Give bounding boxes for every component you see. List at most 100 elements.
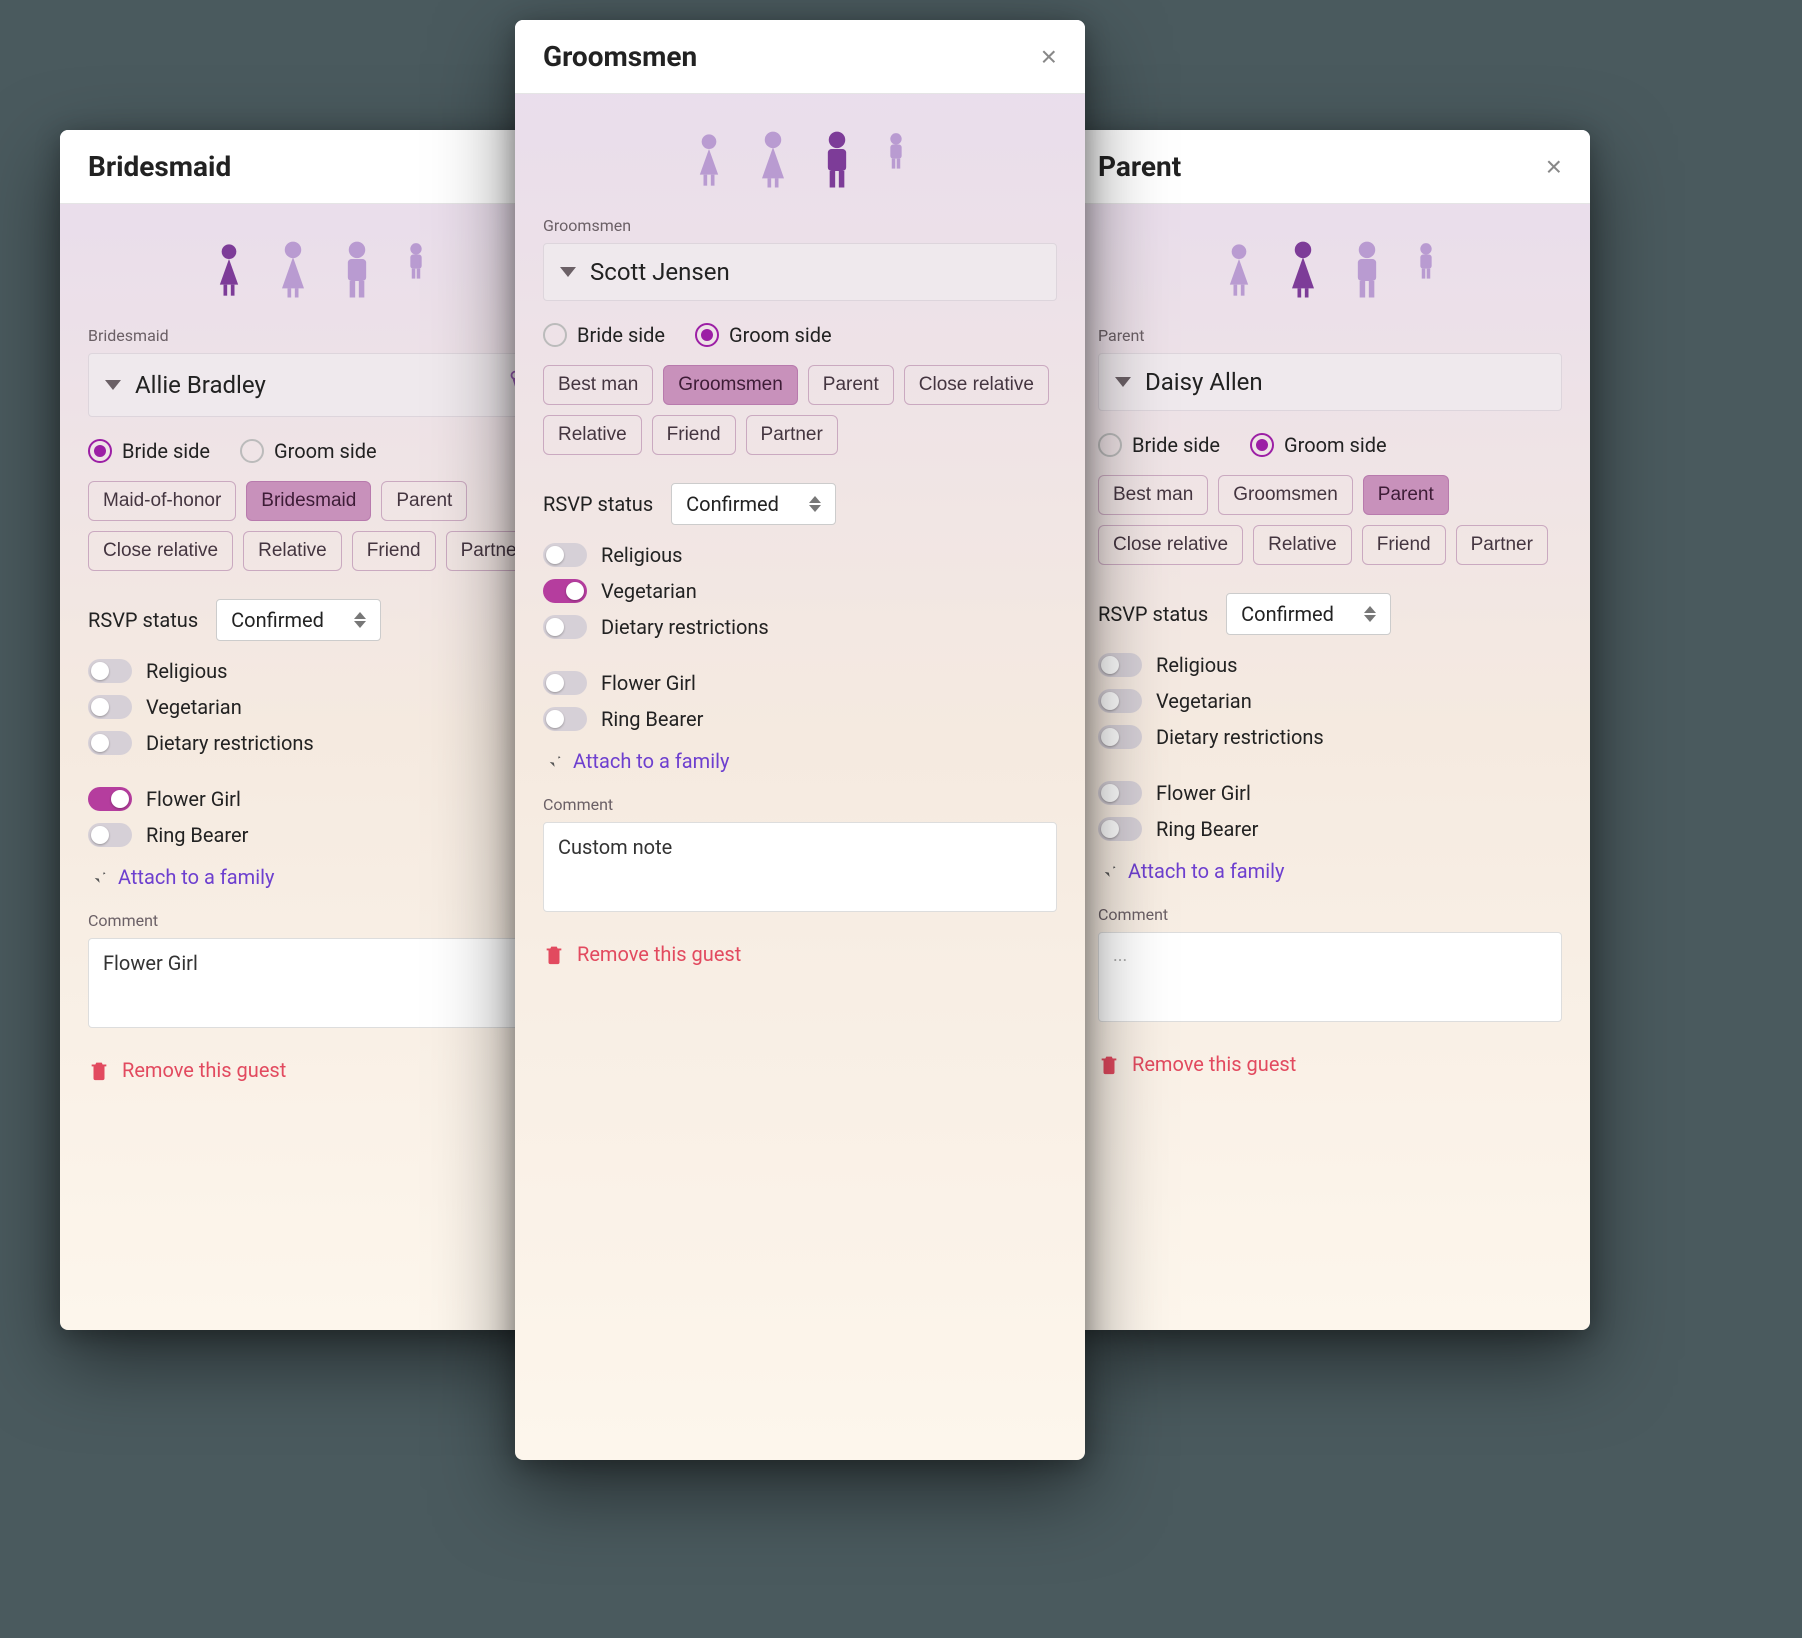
comment-label: Comment bbox=[1098, 905, 1562, 924]
toggle-flower-girl[interactable]: Flower Girl bbox=[1098, 781, 1562, 805]
toggle-religious[interactable]: Religious bbox=[1098, 653, 1562, 677]
guest-name: Daisy Allen bbox=[1145, 368, 1545, 396]
remove-guest-button[interactable]: Remove this guest bbox=[1098, 1046, 1562, 1082]
name-dropdown[interactable]: Allie Bradley bbox=[88, 353, 552, 417]
woman-icon[interactable] bbox=[271, 240, 315, 300]
rsvp-select[interactable]: Confirmed bbox=[216, 599, 381, 641]
pin-icon bbox=[543, 751, 563, 771]
guest-name: Scott Jensen bbox=[590, 258, 1040, 286]
boy-icon[interactable] bbox=[1409, 240, 1443, 286]
card-body: Parent Daisy Allen Bride side Groom side… bbox=[1070, 204, 1590, 1106]
toggle-flower-girl[interactable]: Flower Girl bbox=[543, 671, 1057, 695]
man-icon[interactable] bbox=[335, 240, 379, 300]
chip-best-man[interactable]: Best man bbox=[543, 365, 653, 405]
rsvp-label: RSVP status bbox=[1098, 602, 1208, 626]
chip-relative[interactable]: Relative bbox=[543, 415, 642, 455]
card-header: Groomsmen × bbox=[515, 20, 1085, 94]
chip-friend[interactable]: Friend bbox=[1362, 525, 1446, 565]
boy-icon[interactable] bbox=[879, 130, 913, 176]
radio-groom-side[interactable]: Groom side bbox=[240, 439, 377, 463]
woman-icon[interactable] bbox=[1281, 240, 1325, 300]
chevron-down-icon bbox=[1115, 377, 1131, 387]
pin-icon bbox=[88, 867, 108, 887]
girl-icon[interactable] bbox=[687, 130, 731, 190]
attach-family-link[interactable]: Attach to a family bbox=[1098, 859, 1562, 883]
chip-relative[interactable]: Relative bbox=[243, 531, 342, 571]
chip-groomsmen[interactable]: Groomsmen bbox=[663, 365, 798, 405]
radio-bride-side[interactable]: Bride side bbox=[543, 323, 665, 347]
sort-icon bbox=[1364, 606, 1376, 622]
girl-icon[interactable] bbox=[207, 240, 251, 300]
toggle-dietary[interactable]: Dietary restrictions bbox=[543, 615, 1057, 639]
card-header: Parent × bbox=[1070, 130, 1590, 204]
radio-bride-side[interactable]: Bride side bbox=[88, 439, 210, 463]
comment-input[interactable]: ... bbox=[1098, 932, 1562, 1022]
chip-close-relative[interactable]: Close relative bbox=[904, 365, 1049, 405]
side-radio-group: Bride side Groom side bbox=[1098, 433, 1562, 457]
comment-input[interactable]: Flower Girl bbox=[88, 938, 552, 1028]
radio-groom-side[interactable]: Groom side bbox=[1250, 433, 1387, 457]
role-chips: Best man Groomsmen Parent Close relative… bbox=[543, 365, 1057, 455]
rsvp-row: RSVP status Confirmed bbox=[1098, 593, 1562, 635]
toggle-ring-bearer[interactable]: Ring Bearer bbox=[1098, 817, 1562, 841]
trash-icon bbox=[543, 942, 565, 966]
comment-input[interactable]: Custom note bbox=[543, 822, 1057, 912]
name-dropdown[interactable]: Scott Jensen bbox=[543, 243, 1057, 301]
rsvp-select[interactable]: Confirmed bbox=[671, 483, 836, 525]
rsvp-row: RSVP status Confirmed bbox=[88, 599, 552, 641]
comment-label: Comment bbox=[88, 911, 552, 930]
side-radio-group: Bride side Groom side bbox=[543, 323, 1057, 347]
chip-friend[interactable]: Friend bbox=[352, 531, 436, 571]
man-icon[interactable] bbox=[815, 130, 859, 190]
rsvp-select[interactable]: Confirmed bbox=[1226, 593, 1391, 635]
chip-close-relative[interactable]: Close relative bbox=[1098, 525, 1243, 565]
chip-partner[interactable]: Partner bbox=[1456, 525, 1548, 565]
close-icon[interactable]: × bbox=[1546, 153, 1562, 181]
name-dropdown[interactable]: Daisy Allen bbox=[1098, 353, 1562, 411]
woman-icon[interactable] bbox=[751, 130, 795, 190]
toggle-religious[interactable]: Religious bbox=[543, 543, 1057, 567]
side-radio-group: Bride side Groom side bbox=[88, 439, 552, 463]
avatar-picker[interactable] bbox=[1098, 240, 1562, 300]
chip-best-man[interactable]: Best man bbox=[1098, 475, 1208, 515]
chip-bridesmaid[interactable]: Bridesmaid bbox=[246, 481, 371, 521]
rsvp-label: RSVP status bbox=[543, 492, 653, 516]
girl-icon[interactable] bbox=[1217, 240, 1261, 300]
toggle-flower-girl[interactable]: Flower Girl bbox=[88, 787, 552, 811]
card-body: Groomsmen Scott Jensen Bride side Groom … bbox=[515, 94, 1085, 996]
toggle-dietary[interactable]: Dietary restrictions bbox=[88, 731, 552, 755]
toggle-vegetarian[interactable]: Vegetarian bbox=[543, 579, 1057, 603]
toggle-religious[interactable]: Religious bbox=[88, 659, 552, 683]
toggle-vegetarian[interactable]: Vegetarian bbox=[88, 695, 552, 719]
toggle-vegetarian[interactable]: Vegetarian bbox=[1098, 689, 1562, 713]
close-icon[interactable]: × bbox=[1041, 43, 1057, 71]
toggle-ring-bearer[interactable]: Ring Bearer bbox=[88, 823, 552, 847]
guest-card-groomsmen: Groomsmen × Groomsmen Scott Jensen Bride… bbox=[515, 20, 1085, 1460]
avatar-picker[interactable] bbox=[543, 130, 1057, 190]
remove-guest-button[interactable]: Remove this guest bbox=[543, 936, 1057, 972]
chip-friend[interactable]: Friend bbox=[652, 415, 736, 455]
chip-relative[interactable]: Relative bbox=[1253, 525, 1352, 565]
attach-family-link[interactable]: Attach to a family bbox=[543, 749, 1057, 773]
chip-parent[interactable]: Parent bbox=[381, 481, 467, 521]
boy-icon[interactable] bbox=[399, 240, 433, 286]
chip-groomsmen[interactable]: Groomsmen bbox=[1218, 475, 1353, 515]
chip-parent[interactable]: Parent bbox=[1363, 475, 1449, 515]
chip-maid-of-honor[interactable]: Maid-of-honor bbox=[88, 481, 236, 521]
attach-family-link[interactable]: Attach to a family bbox=[88, 865, 552, 889]
card-title: Groomsmen bbox=[543, 40, 697, 73]
toggle-dietary[interactable]: Dietary restrictions bbox=[1098, 725, 1562, 749]
avatar-picker[interactable] bbox=[88, 240, 552, 300]
radio-groom-side[interactable]: Groom side bbox=[695, 323, 832, 347]
chip-partner[interactable]: Partner bbox=[746, 415, 838, 455]
radio-bride-side[interactable]: Bride side bbox=[1098, 433, 1220, 457]
comment-label: Comment bbox=[543, 795, 1057, 814]
toggle-ring-bearer[interactable]: Ring Bearer bbox=[543, 707, 1057, 731]
remove-guest-button[interactable]: Remove this guest bbox=[88, 1052, 552, 1088]
man-icon[interactable] bbox=[1345, 240, 1389, 300]
chip-parent[interactable]: Parent bbox=[808, 365, 894, 405]
role-label: Parent bbox=[1098, 326, 1562, 345]
card-title: Parent bbox=[1098, 150, 1181, 183]
chip-close-relative[interactable]: Close relative bbox=[88, 531, 233, 571]
chevron-down-icon bbox=[560, 267, 576, 277]
